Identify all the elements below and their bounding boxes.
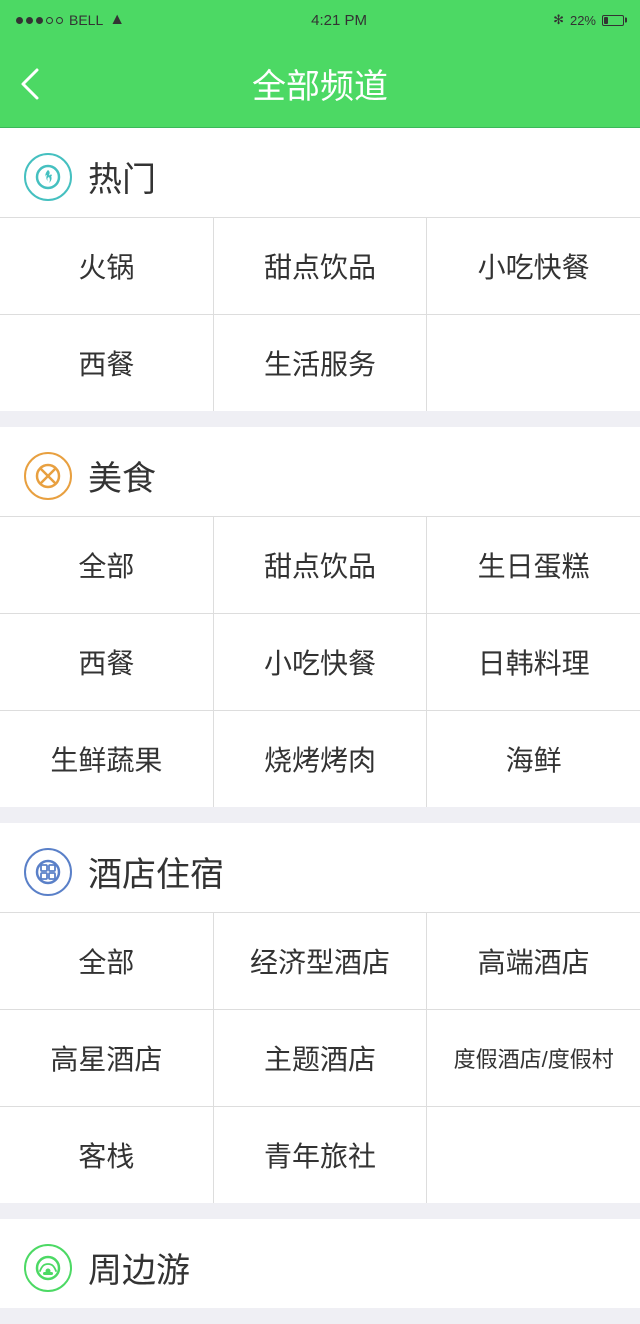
status-time: 4:21 PM [311,12,367,29]
carrier-label: BELL [69,12,103,28]
hot-icon [24,153,72,201]
list-item[interactable]: 生鲜蔬果 [0,711,213,807]
status-bar: BELL ▲ 4:21 PM ✻ 22% [0,0,640,40]
content: 热门 火锅 甜点饮品 小吃快餐 西餐 生活服务 美食 全部 甜点饮品 [0,128,640,1308]
travel-icon [24,1244,72,1292]
list-item[interactable]: 小吃快餐 [427,218,640,314]
wifi-icon: ▲ [109,11,125,29]
list-item[interactable]: 全部 [0,913,213,1009]
list-item[interactable]: 高端酒店 [427,913,640,1009]
page-title: 全部频道 [252,59,388,108]
bluetooth-icon: ✻ [553,12,564,28]
section-hotel: 酒店住宿 全部 经济型酒店 高端酒店 高星酒店 主题酒店 度假酒店/度假村 客栈… [0,823,640,1203]
section-hot-header: 热门 [0,128,640,217]
list-item[interactable]: 全部 [0,517,213,613]
section-hotel-header: 酒店住宿 [0,823,640,912]
list-item[interactable]: 主题酒店 [214,1010,427,1106]
list-item[interactable]: 西餐 [0,614,213,710]
section-hotel-title: 酒店住宿 [88,847,224,896]
list-item[interactable]: 小吃快餐 [214,614,427,710]
list-item[interactable]: 生日蛋糕 [427,517,640,613]
food-grid: 全部 甜点饮品 生日蛋糕 西餐 小吃快餐 日韩料理 生鲜蔬果 烧烤烤肉 海鲜 [0,516,640,807]
list-item[interactable]: 度假酒店/度假村 [427,1010,640,1106]
list-item[interactable]: 西餐 [0,315,213,411]
nav-bar: 全部频道 [0,40,640,128]
section-travel: 周边游 [0,1219,640,1308]
back-button[interactable] [20,67,40,101]
battery-percent: 22% [570,13,596,28]
section-hot-title: 热门 [88,152,156,201]
section-food-header: 美食 [0,427,640,516]
list-item-empty [427,315,640,411]
list-item[interactable]: 火锅 [0,218,213,314]
list-item[interactable]: 高星酒店 [0,1010,213,1106]
section-food-title: 美食 [88,451,156,500]
section-travel-header: 周边游 [0,1219,640,1308]
list-item[interactable]: 生活服务 [214,315,427,411]
list-item[interactable]: 烧烤烤肉 [214,711,427,807]
list-item[interactable]: 客栈 [0,1107,213,1203]
hotel-icon [24,848,72,896]
battery-icon [602,15,624,26]
hotel-grid: 全部 经济型酒店 高端酒店 高星酒店 主题酒店 度假酒店/度假村 客栈 青年旅社 [0,912,640,1203]
status-left: BELL ▲ [16,11,125,29]
hot-grid: 火锅 甜点饮品 小吃快餐 西餐 生活服务 [0,217,640,411]
section-hot: 热门 火锅 甜点饮品 小吃快餐 西餐 生活服务 [0,128,640,411]
status-right: ✻ 22% [553,12,624,28]
list-item[interactable]: 甜点饮品 [214,218,427,314]
list-item[interactable]: 海鲜 [427,711,640,807]
list-item[interactable]: 经济型酒店 [214,913,427,1009]
list-item-empty [427,1107,640,1203]
section-food: 美食 全部 甜点饮品 生日蛋糕 西餐 小吃快餐 日韩料理 生鲜蔬果 烧烤烤肉 海… [0,427,640,807]
section-travel-title: 周边游 [88,1243,190,1292]
list-item[interactable]: 青年旅社 [214,1107,427,1203]
list-item[interactable]: 甜点饮品 [214,517,427,613]
food-icon [24,452,72,500]
list-item[interactable]: 日韩料理 [427,614,640,710]
signal-dots [16,17,63,24]
